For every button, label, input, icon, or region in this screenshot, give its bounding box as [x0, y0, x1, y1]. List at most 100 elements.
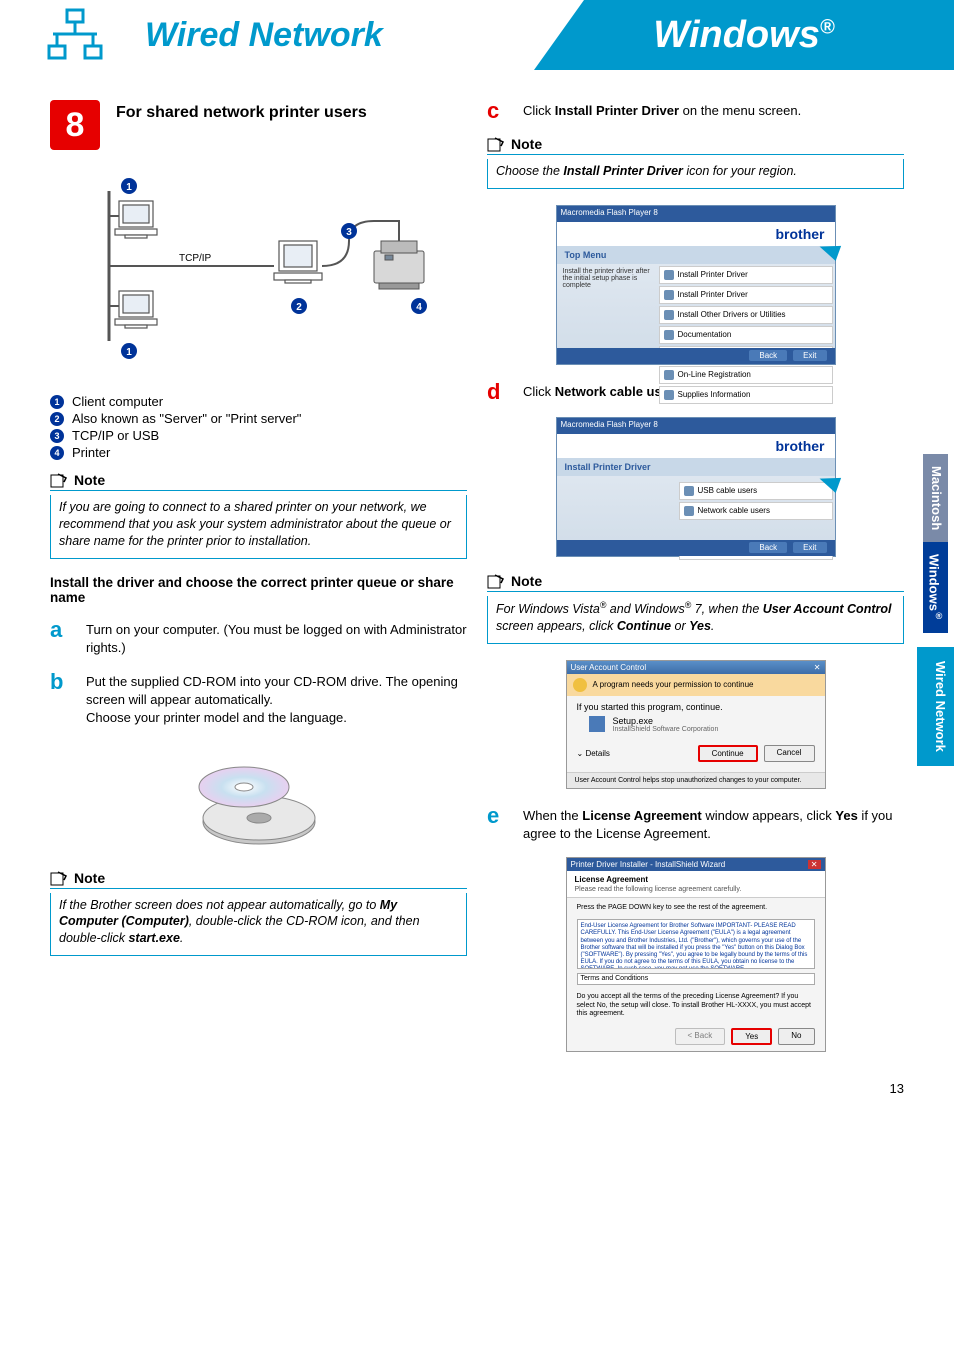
step-a-text: Turn on your computer. (You must be logg…: [86, 619, 467, 657]
step-a: a Turn on your computer. (You must be lo…: [50, 619, 467, 657]
note-icon: [487, 136, 505, 152]
step-number-8: 8: [50, 100, 100, 150]
legend-bullet-4: 4: [50, 446, 64, 460]
step-b: b Put the supplied CD-ROM into your CD-R…: [50, 671, 467, 728]
svg-text:3: 3: [346, 227, 352, 238]
shield-icon: [573, 678, 587, 692]
legend-text-3: TCP/IP or USB: [72, 428, 159, 443]
note-body: Choose the Install Printer Driver icon f…: [487, 159, 904, 189]
lic-tc: Terms and Conditions: [577, 973, 815, 985]
sp-item: USB cable users: [679, 482, 833, 500]
sp-brand: brother: [557, 434, 835, 458]
legend-bullet-3: 3: [50, 429, 64, 443]
note-shared-printer: Note If you are going to connect to a sh…: [50, 472, 467, 559]
note-brother-screen: Note If the Brother screen does not appe…: [50, 870, 467, 957]
diagram-legend: 1 Client computer 2 Also known as "Server"…: [50, 394, 467, 460]
lic-hint: Press the PAGE DOWN key to see the rest …: [567, 898, 825, 917]
svg-text:1: 1: [126, 182, 132, 193]
side-tab-wired: Wired Network: [917, 647, 954, 766]
uac-line1: If you started this program, continue.: [577, 702, 815, 712]
lic-body: End-User License Agreement for Brother S…: [577, 919, 815, 969]
program-icon: [589, 716, 605, 732]
screenshot-top-menu: Macromedia Flash Player 8 brother Top Me…: [556, 205, 836, 365]
uac-details: Details: [585, 749, 609, 758]
screenshot-license: Printer Driver Installer - InstallShield…: [566, 857, 826, 1052]
lic-sub: Please read the following license agreem…: [575, 886, 817, 893]
step-letter-c: c: [487, 100, 505, 122]
uac-warn: A program needs your permission to conti…: [593, 680, 754, 689]
lic-no-button: No: [778, 1028, 814, 1045]
uac-vendor: InstallShield Software Corporation: [613, 726, 719, 733]
sp-brand: brother: [557, 222, 835, 246]
cdrom-image: [189, 742, 329, 852]
uac-cancel-button: Cancel: [764, 745, 815, 762]
lic-back-button: < Back: [675, 1028, 726, 1045]
uac-footer: User Account Control helps stop unauthor…: [567, 772, 825, 788]
step-e: e When the License Agreement window appe…: [487, 805, 904, 843]
screenshot-install-driver: Macromedia Flash Player 8 brother Instal…: [556, 417, 836, 557]
section-8-header: 8 For shared network printer users: [50, 100, 467, 150]
sp-item: Network cable users: [679, 502, 833, 520]
page-header: Wired Network Windows®: [50, 0, 904, 70]
sp-titlebar: Macromedia Flash Player 8: [557, 418, 835, 434]
sp-item: Install Other Drivers or Utilities: [659, 306, 833, 324]
network-diagram: TCP/IP 1 1: [50, 170, 467, 382]
sp-sidebar: Install the printer driver after the ini…: [557, 264, 657, 293]
step-b-text2: Choose your printer model and the langua…: [86, 709, 467, 727]
step-letter-d: d: [487, 381, 505, 403]
sp-titlebar: Macromedia Flash Player 8: [557, 206, 835, 222]
install-subheading: Install the driver and choose the correc…: [50, 575, 467, 605]
uac-title: User Account Control: [571, 663, 647, 672]
lic-yes-button: Yes: [731, 1028, 772, 1045]
header-os-text: Windows: [653, 14, 819, 56]
legend-text-4: Printer: [72, 445, 110, 460]
uac-prog: Setup.exe: [613, 716, 719, 726]
lic-hdr: License Agreement: [575, 875, 649, 884]
sp-item: Install Printer Driver: [659, 286, 833, 304]
legend-text-1: Client computer: [72, 394, 163, 409]
note-icon: [487, 573, 505, 589]
lic-title: Printer Driver Installer - InstallShield…: [571, 860, 726, 869]
sp-item: Documentation: [659, 326, 833, 344]
close-icon: ✕: [808, 860, 821, 869]
step-b-text1: Put the supplied CD-ROM into your CD-ROM…: [86, 673, 467, 709]
side-tab-os: Windows® Macintosh: [917, 440, 954, 647]
note-uac: Note For Windows Vista® and Windows® 7, …: [487, 573, 904, 644]
lic-question: Do you accept all the terms of the prece…: [567, 989, 825, 1022]
note-icon: [50, 472, 68, 488]
step-letter-a: a: [50, 619, 68, 657]
page-number: 13: [890, 1081, 904, 1096]
sp-item: Supplies Information: [659, 386, 833, 404]
sp-item: On-Line Registration: [659, 366, 833, 384]
header-title-left: Wired Network: [145, 16, 383, 55]
svg-text:1: 1: [126, 347, 132, 358]
step-8-title: For shared network printer users: [116, 100, 367, 150]
svg-text:2: 2: [296, 302, 302, 313]
sp-menu-header: Top Menu: [557, 246, 835, 264]
legend-bullet-2: 2: [50, 412, 64, 426]
note-label: Note: [511, 573, 542, 589]
svg-text:4: 4: [416, 302, 422, 313]
close-icon: ✕: [814, 663, 821, 672]
side-tabs: Windows® Macintosh Wired Network: [917, 440, 954, 766]
header-os-badge: Windows®: [534, 0, 954, 70]
note-icon: [50, 870, 68, 886]
legend-bullet-1: 1: [50, 395, 64, 409]
step-c: c Click Install Printer Driver on the me…: [487, 100, 904, 122]
note-label: Note: [74, 870, 105, 886]
note-label: Note: [74, 472, 105, 488]
sp-heading: Install Printer Driver: [557, 458, 835, 476]
svg-text:TCP/IP: TCP/IP: [179, 253, 212, 264]
screenshot-uac: User Account Control ✕ A program needs yo…: [566, 660, 826, 789]
note-body: If you are going to connect to a shared …: [50, 495, 467, 559]
note-body: If the Brother screen does not appear au…: [50, 893, 467, 957]
network-icon: [45, 8, 105, 63]
step-letter-e: e: [487, 805, 505, 843]
step-c-text: Click Install Printer Driver on the menu…: [523, 100, 801, 122]
legend-text-2: Also known as "Server" or "Print server": [72, 411, 301, 426]
uac-continue-button: Continue: [698, 745, 758, 762]
sp-item: Install Printer Driver: [659, 266, 833, 284]
step-letter-b: b: [50, 671, 68, 728]
note-region: Note Choose the Install Printer Driver i…: [487, 136, 904, 189]
header-os-sup: ®: [820, 16, 835, 38]
